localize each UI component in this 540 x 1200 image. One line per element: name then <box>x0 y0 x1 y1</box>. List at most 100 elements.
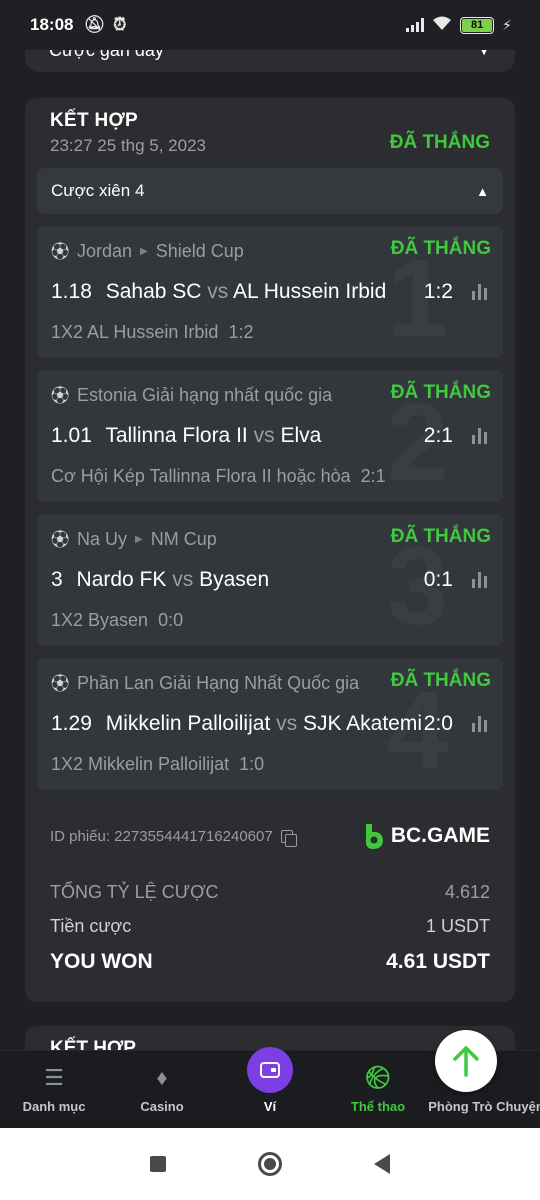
chevron-right-icon: ▶ <box>135 533 143 545</box>
charging-icon: ⚡︎ <box>502 16 512 33</box>
ticket-id-text: ID phiếu: 227355444171624060​7 <box>50 828 273 845</box>
stake-row: Tiền cược 1 USDT <box>50 916 490 937</box>
bet-leg[interactable]: 2 ⚽︎ Estonia Giải hạng nhất quốc gia ĐÃ … <box>37 370 503 502</box>
leg-odds: 3 <box>51 568 63 591</box>
cards-icon: ♦ <box>156 1065 168 1090</box>
leg-status-badge: ĐÃ THẮNG <box>390 238 491 259</box>
nav-label: Danh mục <box>22 1099 86 1114</box>
back-icon[interactable] <box>374 1154 390 1174</box>
total-odds-value: 4.612 <box>444 882 490 902</box>
home-team: Mikkelin Palloilijat <box>105 712 271 735</box>
league-country: Estonia Giải hạng nhất quốc gia <box>77 384 333 405</box>
pick-label: Cơ Hội Kép Tallinna Flora II hoặc hòa <box>51 466 351 486</box>
stats-icon[interactable] <box>472 716 487 732</box>
league-country: Jordan <box>77 240 133 261</box>
league-competition: NM Cup <box>150 528 217 549</box>
signal-icon <box>406 18 425 32</box>
copy-icon[interactable] <box>280 830 297 847</box>
nav-menu[interactable]: ☰ Danh mục <box>0 1051 108 1128</box>
away-team: SJK Akatemia <box>302 712 421 735</box>
match-line: 1.18 Sahab SC vs AL Hussein Irbid <box>51 280 421 304</box>
match-line: 3 Nardo FK vs Byasen <box>51 568 421 592</box>
leg-odds: 1.29 <box>51 712 92 735</box>
recents-icon[interactable] <box>150 1156 166 1172</box>
alarm-icon: ⏰︎ <box>113 15 127 34</box>
vs-label: vs <box>207 280 229 303</box>
battery-icon: 81 <box>460 16 495 34</box>
nav-sports[interactable]: 🏀︎ Thể thao <box>324 1051 432 1128</box>
basketball-icon: 🏀︎ <box>364 1065 392 1090</box>
status-bar: 18:08 🔕︎ ⏰︎ 81 ⚡︎ <box>0 0 540 50</box>
nav-casino[interactable]: ♦ Casino <box>108 1051 216 1128</box>
stake-value: 1 USDT <box>425 916 490 936</box>
bet-status-badge: ĐÃ THẮNG <box>389 132 490 153</box>
home-team: Sahab SC <box>105 280 202 303</box>
system-nav-bar <box>0 1128 540 1200</box>
pick-score: 1:0 <box>239 754 265 774</box>
match-score: 2:1 <box>423 424 453 447</box>
leg-odds: 1.18 <box>51 280 92 303</box>
parlay-toggle[interactable]: Cược xiên 4 ▲ <box>37 168 503 214</box>
league-country: Na Uy <box>77 528 128 549</box>
pick-score: 1:2 <box>228 322 254 342</box>
nav-wallet[interactable]: Ví <box>216 1047 324 1128</box>
home-team: Nardo FK <box>76 568 167 591</box>
nav-label: Phòng Trò Chuyện <box>428 1099 540 1114</box>
soccer-ball-icon: ⚽︎ <box>51 386 69 406</box>
nav-label: Casino <box>140 1099 184 1114</box>
league-name: ⚽︎ Na Uy ▶ NM Cup <box>51 526 371 552</box>
leg-pick: 1X2 Byasen 0:0 <box>51 610 183 631</box>
away-team: Elva <box>280 424 322 447</box>
stats-icon[interactable] <box>472 284 487 300</box>
bet-type: KẾT HỢP <box>50 110 138 131</box>
ticket-id: ID phiếu: 227355444171624060​7 <box>50 828 297 847</box>
home-icon[interactable] <box>258 1152 282 1176</box>
vs-label: vs <box>172 568 194 591</box>
bet-card: KẾT HỢP 23:27 25 thg 5, 2023 ĐÃ THẮNG Cư… <box>25 98 515 1002</box>
league-name: ⚽︎ Jordan ▶ Shield Cup <box>51 238 371 264</box>
bet-leg[interactable]: 4 ⚽︎ Phần Lan Giải Hạng Nhất Quốc gia ĐÃ… <box>37 658 503 790</box>
bet-header: KẾT HỢP 23:27 25 thg 5, 2023 ĐÃ THẮNG <box>50 110 490 156</box>
pick-score: 0:0 <box>158 610 184 630</box>
stats-icon[interactable] <box>472 428 487 444</box>
parlay-label: Cược xiên 4 <box>51 181 145 200</box>
match-line: 1.01 Tallinna Flora II vs Elva <box>51 424 421 448</box>
pick-label: 1X2 AL Hussein Irbid <box>51 322 219 342</box>
leg-pick: 1X2 Mikkelin Palloilijat 1:0 <box>51 754 264 775</box>
bet-leg[interactable]: 1 ⚽︎ Jordan ▶ Shield Cup ĐÃ THẮNG 1.18 S… <box>37 226 503 358</box>
pick-score: 2:1 <box>360 466 386 486</box>
winnings-value: 4.61 USDT <box>386 950 490 973</box>
leg-pick: Cơ Hội Kép Tallinna Flora II hoặc hòa 2:1 <box>51 466 386 487</box>
winnings-label: YOU WON <box>50 950 153 973</box>
notifications-off-icon: 🔕︎ <box>83 15 106 34</box>
leg-odds: 1.01 <box>51 424 92 447</box>
scroll-top-button[interactable] <box>435 1030 497 1092</box>
leg-status-badge: ĐÃ THẮNG <box>390 526 491 547</box>
bc-game-logo-icon <box>365 824 383 849</box>
wifi-icon <box>432 15 452 36</box>
league-name: ⚽︎ Estonia Giải hạng nhất quốc gia <box>51 382 371 408</box>
soccer-ball-icon: ⚽︎ <box>51 242 69 262</box>
stake-label: Tiền cược <box>50 916 132 936</box>
bet-leg[interactable]: 3 ⚽︎ Na Uy ▶ NM Cup ĐÃ THẮNG 3 Nardo FK … <box>37 514 503 646</box>
league-competition: Shield Cup <box>155 240 244 261</box>
stats-icon[interactable] <box>472 572 487 588</box>
league-name: ⚽︎ Phần Lan Giải Hạng Nhất Quốc gia <box>51 670 371 696</box>
match-score: 2:0 <box>423 712 453 735</box>
battery-level: 81 <box>462 18 493 32</box>
arrow-up-icon <box>453 1046 479 1077</box>
match-score: 1:2 <box>423 280 453 303</box>
wallet-icon <box>247 1047 293 1093</box>
soccer-ball-icon: ⚽︎ <box>51 530 69 550</box>
home-team: Tallinna Flora II <box>105 424 248 447</box>
league-country: Phần Lan Giải Hạng Nhất Quốc gia <box>77 672 360 693</box>
chevron-up-icon: ▲ <box>476 183 489 199</box>
away-team: Byasen <box>199 568 270 591</box>
leg-status-badge: ĐÃ THẮNG <box>390 670 491 691</box>
brand-name: BC.GAME <box>390 824 490 847</box>
nav-label: Ví <box>263 1099 277 1114</box>
leg-pick: 1X2 AL Hussein Irbid 1:2 <box>51 322 253 343</box>
leg-status-badge: ĐÃ THẮNG <box>390 382 491 403</box>
winnings-row: YOU WON 4.61 USDT <box>50 950 490 974</box>
match-line: 1.29 Mikkelin Palloilijat vs SJK Akatemi… <box>51 712 421 736</box>
